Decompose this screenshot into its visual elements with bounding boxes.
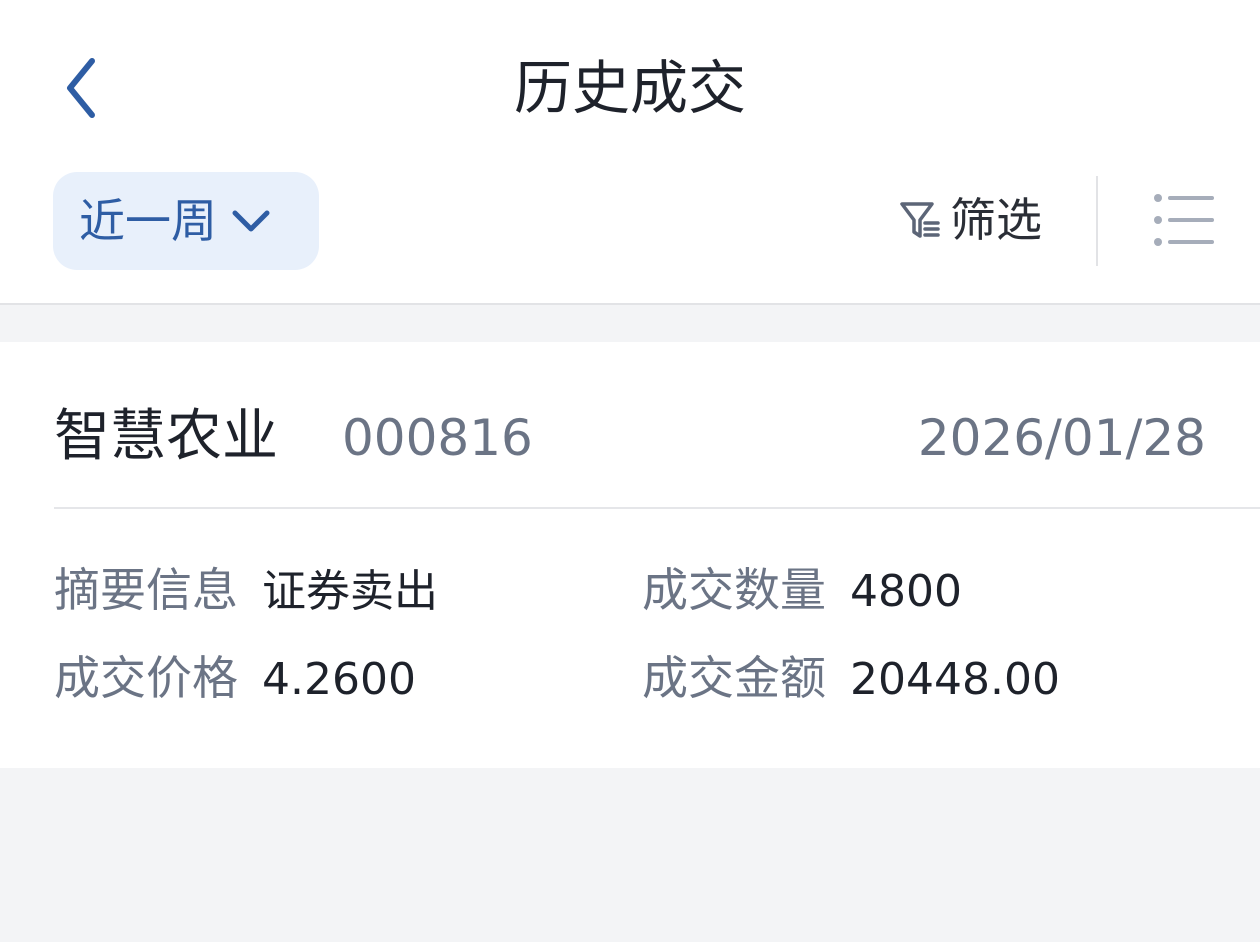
filter-icon [898, 198, 942, 242]
summary-value: 证券卖出 [262, 566, 438, 617]
trade-card[interactable]: 智慧农业 000816 2026/01/28 摘要信息 证券卖出 成交数量 48… [0, 342, 1260, 768]
period-label: 近一周 [79, 194, 217, 248]
summary-field: 摘要信息 证券卖出 [54, 560, 438, 620]
price-field: 成交价格 4.2600 [54, 648, 416, 708]
quantity-value: 4800 [850, 566, 962, 617]
quantity-field: 成交数量 4800 [642, 560, 962, 620]
toolbar-divider [1096, 176, 1098, 266]
top-bar: 历史成交 近一周 筛选 [0, 0, 1260, 305]
filter-label: 筛选 [950, 193, 1042, 247]
amount-label: 成交金额 [642, 651, 826, 705]
price-label: 成交价格 [54, 651, 238, 705]
page-title: 历史成交 [513, 54, 746, 122]
filter-button[interactable]: 筛选 [898, 180, 1042, 260]
list-icon [1154, 194, 1214, 246]
quantity-label: 成交数量 [642, 563, 826, 617]
summary-label: 摘要信息 [54, 563, 238, 617]
period-selector[interactable]: 近一周 [53, 172, 319, 270]
amount-field: 成交金额 20448.00 [642, 648, 1060, 708]
list-view-button[interactable] [1150, 190, 1216, 250]
stock-code: 000816 [342, 409, 533, 467]
amount-value: 20448.00 [850, 654, 1060, 705]
chevron-down-icon [231, 208, 271, 234]
stock-name: 智慧农业 [54, 404, 278, 469]
price-value: 4.2600 [262, 654, 416, 705]
card-divider [54, 507, 1260, 509]
trade-date: 2026/01/28 [917, 409, 1206, 467]
